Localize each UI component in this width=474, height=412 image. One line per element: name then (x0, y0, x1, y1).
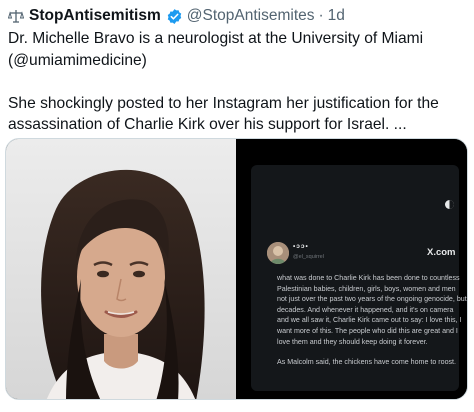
card-paragraph-2: As Malcolm said, the chickens have come … (277, 358, 456, 367)
xcom-label: X.com (427, 247, 456, 258)
toggle-icon (444, 197, 455, 209)
timestamp[interactable]: 1d (328, 7, 345, 25)
screenshot-image[interactable]: •ɔɔ• @el_squirrel X.com what was done to… (238, 139, 467, 399)
card-text: what was done to Charlie Kirk has been d… (277, 273, 467, 368)
display-name[interactable]: StopAntisemitism (29, 7, 161, 25)
media-grid[interactable]: •ɔɔ• @el_squirrel X.com what was done to… (5, 138, 468, 400)
card-paragraph-1: what was done to Charlie Kirk has been d… (277, 274, 467, 346)
tweet[interactable]: StopAntisemitism @StopAntisemites · 1d D… (0, 0, 474, 412)
embedded-post-card: •ɔɔ• @el_squirrel X.com what was done to… (251, 165, 467, 391)
separator-dot: · (318, 7, 324, 24)
portrait-photo[interactable] (6, 139, 236, 399)
tweet-text-line2: She shockingly posted to her Instagram h… (8, 94, 439, 134)
card-handle: @el_squirrel (293, 254, 324, 260)
tweet-text: Dr. Michelle Bravo is a neurologist at t… (8, 28, 470, 136)
avatar (267, 242, 289, 264)
username[interactable]: @StopAntisemites (187, 7, 315, 25)
card-display-name: •ɔɔ• (293, 243, 309, 250)
tweet-text-line1: Dr. Michelle Bravo is a neurologist at t… (8, 30, 424, 69)
scale-icon (8, 8, 24, 24)
verified-badge-icon (166, 8, 183, 25)
tweet-header: StopAntisemitism @StopAntisemites · 1d (8, 5, 345, 27)
